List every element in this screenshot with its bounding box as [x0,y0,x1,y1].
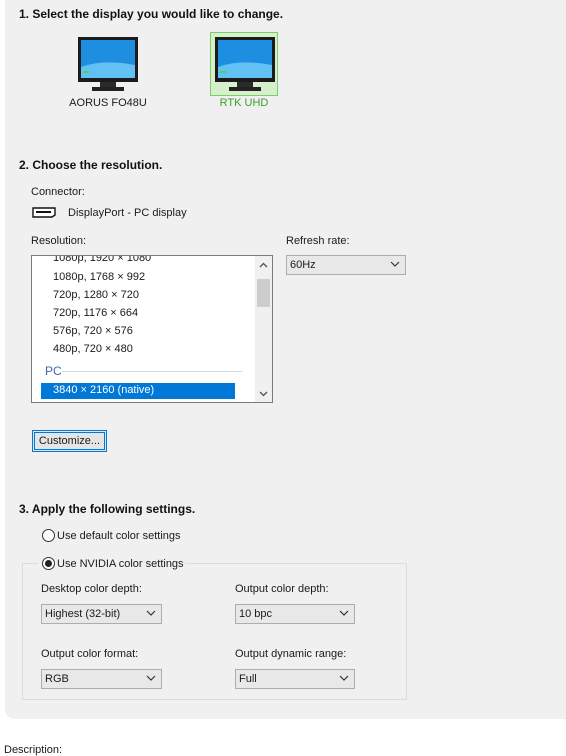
section2-heading: 2. Choose the resolution. [19,158,163,172]
color-format-value: RGB [45,673,69,685]
group-label-pc: PC [45,364,62,378]
color-format-label: Output color format: [41,648,139,660]
list-item[interactable]: 720p, 1176 × 664 [53,307,138,319]
display-name-aorus: AORUS FO48U [69,97,147,109]
display-aorus[interactable] [74,33,140,95]
description-label: Description: [4,744,63,756]
radio-nvidia-color[interactable] [42,557,55,570]
chevron-down-icon [390,261,400,267]
dynamic-range-dropdown[interactable]: Full [235,669,355,689]
monitor-icon [78,37,138,91]
refresh-rate-dropdown[interactable]: 60Hz [286,255,406,275]
output-depth-dropdown[interactable]: 10 bpc [235,604,355,624]
customize-button[interactable]: Customize... [32,430,107,452]
list-item[interactable]: 480p, 720 × 480 [53,343,133,355]
chevron-down-icon [339,610,349,616]
color-format-dropdown[interactable]: RGB [41,669,162,689]
display-rtk[interactable] [210,32,278,96]
list-item[interactable]: 720p, 1280 × 720 [53,289,139,301]
resolution-listbox[interactable]: 1080p, 1920 × 1080 1080p, 1768 × 992 720… [31,255,273,403]
radio-default-label: Use default color settings [57,530,181,542]
desktop-depth-label: Desktop color depth: [41,583,142,595]
chevron-down-icon [146,675,156,681]
chevron-down-icon [339,675,349,681]
output-depth-value: 10 bpc [239,608,273,620]
radio-default-color[interactable] [42,529,55,542]
resolution-label: Resolution: [31,235,87,247]
group-divider [62,371,242,372]
desktop-depth-dropdown[interactable]: Highest (32-bit) [41,604,162,624]
list-item[interactable]: 1080p, 1768 × 992 [53,271,145,283]
monitor-icon [215,37,275,91]
list-item-selected[interactable]: 3840 × 2160 (native) [41,383,235,399]
connector-label: Connector: [31,186,85,198]
scroll-thumb[interactable] [257,279,270,307]
radio-dot-icon [45,560,52,567]
chevron-down-icon [146,610,156,616]
scroll-down-icon[interactable] [255,385,272,402]
radio-nvidia-label: Use NVIDIA color settings [57,558,184,570]
desktop-depth-value: Highest (32-bit) [45,608,121,620]
dynamic-range-value: Full [239,673,257,685]
output-depth-label: Output color depth: [235,583,329,595]
listbox-scrollbar[interactable] [255,256,272,402]
selected-resolution-label: 3840 × 2160 (native) [53,384,155,396]
displayport-icon [32,207,56,221]
section1-heading: 1. Select the display you would like to … [19,7,284,21]
list-item[interactable]: 1080p, 1920 × 1080 [53,256,151,264]
connector-value: DisplayPort - PC display [68,207,187,219]
scroll-up-icon[interactable] [255,256,272,273]
refresh-rate-label: Refresh rate: [286,235,350,247]
display-name-rtk: RTK UHD [219,97,269,109]
refresh-rate-value: 60Hz [290,259,316,271]
list-item[interactable]: 576p, 720 × 576 [53,325,133,337]
section3-heading: 3. Apply the following settings. [19,502,196,516]
dynamic-range-label: Output dynamic range: [235,648,347,660]
